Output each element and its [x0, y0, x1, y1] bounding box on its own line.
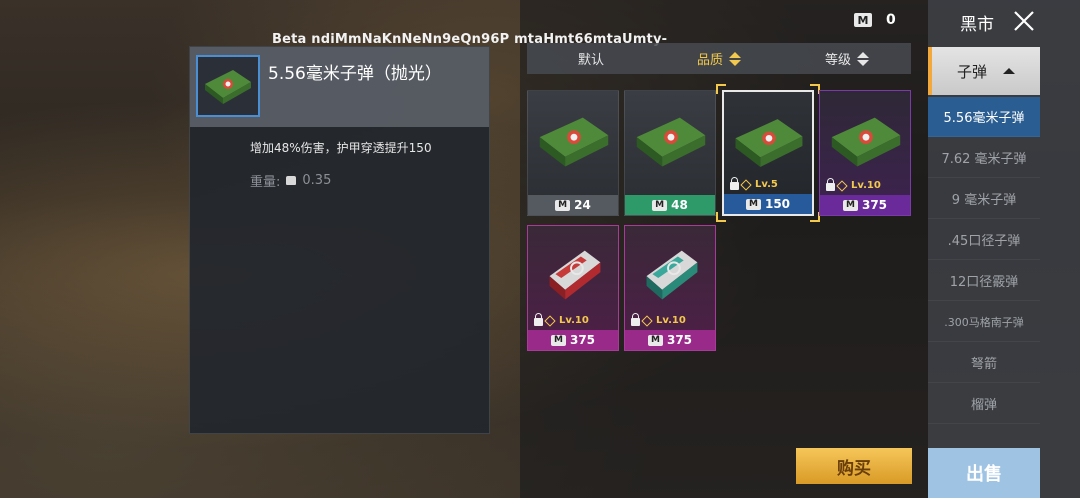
m-coin-icon: M: [854, 13, 872, 27]
sidebar-item-12gauge[interactable]: 12口径霰弹: [928, 261, 1040, 301]
sort-arrows-icon: [857, 51, 869, 66]
weight-value: 0.35: [302, 173, 332, 188]
sort-default-label: 默认: [577, 53, 604, 68]
detail-header: 5.56毫米子弹（抛光）: [190, 47, 489, 127]
sort-quality-label: 品质: [696, 53, 723, 68]
level-lock: Lv.10: [631, 313, 686, 327]
weight-icon: [286, 176, 297, 185]
m-coin-icon: M: [550, 334, 566, 346]
level-icon: [836, 179, 848, 192]
category-label: 子弹: [956, 62, 987, 81]
sidebar-item-grenade[interactable]: 榴弹: [928, 384, 1040, 424]
ammo-box-icon: [205, 70, 251, 104]
detail-weight: 重量: 0.35: [250, 171, 331, 190]
item-card-selected[interactable]: Lv.5 M 150: [722, 90, 814, 216]
sort-default[interactable]: 默认: [527, 49, 655, 68]
lock-icon: [730, 177, 739, 190]
detail-description: 增加48%伤害，护甲穿透提升150: [250, 141, 432, 155]
item-detail-panel: 5.56毫米子弹（抛光） 增加48%伤害，护甲穿透提升150 重量: 0.35: [189, 46, 490, 434]
sell-button[interactable]: 出售: [928, 448, 1040, 498]
weight-label: 重量:: [250, 175, 281, 190]
m-coin-icon: M: [555, 199, 571, 211]
currency-value: 0: [886, 12, 896, 28]
category-ammo-button[interactable]: 子弹: [928, 47, 1040, 95]
item-price: M 375: [528, 330, 618, 350]
level-lock: Lv.10: [534, 313, 589, 327]
sidebar-item-762[interactable]: 7.62 毫米子弹: [928, 138, 1040, 178]
sort-level[interactable]: 等级: [783, 49, 911, 68]
sort-arrows-icon: [729, 51, 741, 66]
item-price: M 24: [528, 195, 618, 215]
item-price: M 150: [724, 194, 812, 214]
detail-thumbnail: [196, 55, 260, 117]
level-lock: Lv.10: [826, 178, 881, 192]
close-icon[interactable]: [1012, 9, 1036, 33]
item-card[interactable]: M 48: [624, 90, 716, 216]
sort-quality[interactable]: 品质: [655, 49, 783, 68]
ammo-box-icon: [636, 117, 706, 167]
collapse-icon: [1003, 68, 1015, 74]
sidebar-item-556[interactable]: 5.56毫米子弹: [928, 97, 1040, 137]
level-lock: Lv.5: [730, 177, 778, 191]
item-card[interactable]: Lv.10 M 375: [624, 225, 716, 351]
sidebar-item-9mm[interactable]: 9 毫米子弹: [928, 179, 1040, 219]
m-coin-icon: M: [652, 199, 668, 211]
selection-corner: [716, 84, 726, 94]
sort-bar: 默认 品质 等级: [527, 43, 911, 74]
m-coin-icon: M: [745, 198, 761, 210]
ammo-box-icon: [539, 117, 609, 167]
item-price: M 48: [625, 195, 715, 215]
lock-icon: [631, 313, 640, 326]
item-price: M 375: [820, 195, 910, 215]
sort-level-label: 等级: [824, 53, 851, 68]
item-card[interactable]: Lv.10 M 375: [819, 90, 911, 216]
lock-icon: [826, 178, 835, 191]
item-price: M 375: [625, 330, 715, 350]
m-coin-icon: M: [842, 199, 858, 211]
item-card[interactable]: Lv.10 M 375: [527, 225, 619, 351]
sidebar-item-bolt[interactable]: 弩箭: [928, 343, 1040, 383]
currency-display: M 0: [854, 12, 896, 28]
item-card[interactable]: M 24: [527, 90, 619, 216]
lock-icon: [534, 313, 543, 326]
sidebar-item-300magnum[interactable]: .300马格南子弹: [928, 302, 1040, 342]
sidebar: 黑市 子弹 5.56毫米子弹 7.62 毫米子弹 9 毫米子弹 .45口径子弹 …: [928, 0, 1080, 498]
m-coin-icon: M: [647, 334, 663, 346]
level-icon: [641, 314, 653, 327]
sidebar-item-45acp[interactable]: .45口径子弹: [928, 220, 1040, 260]
buy-button[interactable]: 购买: [796, 448, 912, 484]
level-icon: [740, 178, 752, 191]
detail-title: 5.56毫米子弹（抛光）: [268, 64, 442, 84]
selection-corner: [716, 212, 726, 222]
sidebar-title: 黑市: [960, 15, 994, 35]
level-icon: [544, 314, 556, 327]
